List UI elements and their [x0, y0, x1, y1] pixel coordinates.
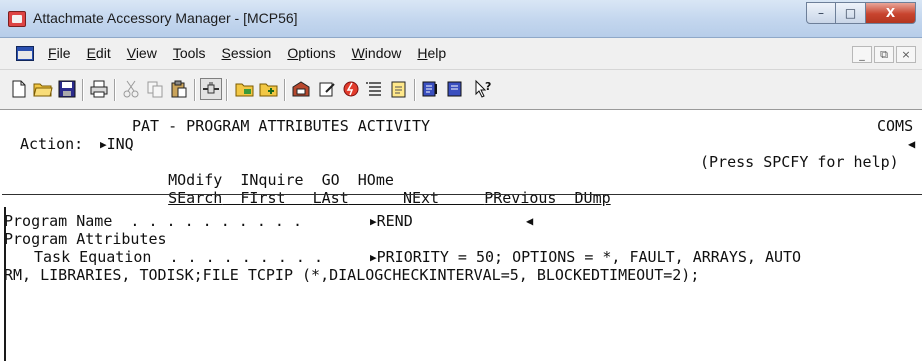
- menu-options[interactable]: Options: [279, 45, 343, 61]
- toolbar-separator: [114, 79, 116, 101]
- list-icon[interactable]: [364, 78, 386, 100]
- minimize-button[interactable]: –: [806, 2, 836, 24]
- toolbar-separator: [284, 79, 286, 101]
- task-equation-line-1: PRIORITY = 50; OPTIONS = *, FAULT, ARRAY…: [376, 248, 802, 266]
- command-previous[interactable]: PRevious: [484, 189, 556, 207]
- menu-view-accel: V: [126, 45, 136, 61]
- menu-file[interactable]: File: [40, 45, 79, 61]
- menu-tools-rest: ools: [179, 45, 206, 61]
- command-dump[interactable]: DUmp: [575, 189, 611, 207]
- terminal-screen[interactable]: PAT - PROGRAM ATTRIBUTES ACTIVITY COMS A…: [0, 111, 922, 361]
- properties-icon[interactable]: [420, 78, 442, 100]
- screen-title: PAT - PROGRAM ATTRIBUTES ACTIVITY: [132, 117, 431, 135]
- edit-icon[interactable]: [316, 78, 338, 100]
- action-value: INQ: [106, 135, 134, 153]
- field-left-rule: [4, 207, 6, 361]
- action-input[interactable]: INQ: [100, 135, 134, 154]
- cut-icon[interactable]: [120, 78, 142, 100]
- toolbar-separator: [194, 79, 196, 101]
- toolbar-separator: [226, 79, 228, 101]
- command-first[interactable]: FIrst: [240, 189, 285, 207]
- menu-help-accel: H: [417, 45, 428, 61]
- session-manager-icon[interactable]: [444, 78, 466, 100]
- save-icon[interactable]: [56, 78, 78, 100]
- record-icon[interactable]: [340, 78, 362, 100]
- open-session-icon[interactable]: [234, 78, 256, 100]
- open-folder-icon[interactable]: [32, 78, 54, 100]
- toolbar-separator: [82, 79, 84, 101]
- toolbar: ?: [0, 70, 922, 110]
- menu-options-accel: O: [287, 45, 299, 61]
- command-search[interactable]: SEarch: [168, 189, 222, 207]
- task-equation-line-2: RM, LIBRARIES, TODISK;FILE TCPIP (*,DIAL…: [4, 266, 700, 284]
- menu-help[interactable]: Help: [409, 45, 454, 61]
- menu-window[interactable]: Window: [344, 45, 410, 61]
- menu-file-accel: F: [48, 45, 57, 61]
- mdi-minimize-button[interactable]: _: [852, 46, 872, 63]
- header-divider: [2, 194, 922, 195]
- copy-icon[interactable]: [144, 78, 166, 100]
- menu-window-rest: indow: [364, 45, 402, 61]
- menu-edit-accel: E: [86, 45, 96, 61]
- notepad-icon[interactable]: [388, 78, 410, 100]
- menu-options-rest: ptions: [298, 45, 336, 61]
- menu-edit[interactable]: Edit: [79, 45, 119, 61]
- program-name-label: Program Name . . . . . . . . . .: [4, 212, 303, 230]
- toolbar-separator: [414, 79, 416, 101]
- menu-session[interactable]: Session: [214, 45, 280, 61]
- mailbox-icon[interactable]: [290, 78, 312, 100]
- menu-items: File Edit View Tools Session Options Win…: [40, 45, 454, 61]
- svg-text:?: ?: [485, 80, 491, 93]
- mdi-restore-button[interactable]: ⧉: [874, 46, 894, 63]
- menu-session-rest: ession: [230, 45, 272, 61]
- print-icon[interactable]: [88, 78, 110, 100]
- field-end-marker: ◀: [526, 214, 534, 228]
- menu-help-rest: elp: [427, 45, 447, 61]
- task-equation-input[interactable]: PRIORITY = 50; OPTIONS = *, FAULT, ARRAY…: [370, 248, 801, 267]
- command-last[interactable]: LAst: [313, 189, 349, 207]
- menu-view[interactable]: View: [119, 45, 165, 61]
- window-title: Attachmate Accessory Manager - [MCP56]: [33, 10, 298, 26]
- window-controls: – □ X: [806, 2, 916, 24]
- program-attributes-label: Program Attributes: [4, 230, 167, 248]
- menu-tools-accel: T: [172, 45, 180, 61]
- app-icon[interactable]: [8, 11, 26, 27]
- session-document-icon[interactable]: [16, 46, 34, 61]
- menu-window-accel: W: [351, 45, 365, 61]
- connect-icon[interactable]: [200, 78, 222, 100]
- menu-view-rest: iew: [135, 45, 157, 61]
- menu-session-accel: S: [221, 45, 231, 61]
- menu-bar: File Edit View Tools Session Options Win…: [0, 38, 922, 70]
- command-next[interactable]: NExt: [403, 189, 439, 207]
- close-button[interactable]: X: [866, 2, 916, 24]
- title-bar: Attachmate Accessory Manager - [MCP56] –…: [0, 0, 922, 38]
- mdi-controls: _ ⧉ ×: [852, 46, 916, 63]
- menu-tools[interactable]: Tools: [165, 45, 214, 61]
- maximize-button[interactable]: □: [836, 2, 866, 24]
- field-end-marker: ◀: [908, 137, 916, 151]
- action-label: Action:: [20, 135, 84, 153]
- new-document-icon[interactable]: [8, 78, 30, 100]
- program-name-input[interactable]: REND: [370, 212, 413, 231]
- help-hint: (Press SPCFY for help): [700, 153, 899, 171]
- system-name: COMS: [877, 117, 914, 135]
- new-session-icon[interactable]: [258, 78, 280, 100]
- menu-edit-rest: dit: [95, 45, 111, 61]
- program-name-value: REND: [376, 212, 413, 230]
- mdi-close-button[interactable]: ×: [896, 46, 916, 63]
- help-pointer-icon[interactable]: ?: [472, 78, 494, 100]
- task-equation-label: Task Equation . . . . . . . . .: [34, 248, 323, 266]
- menu-file-rest: ile: [56, 45, 71, 61]
- paste-icon[interactable]: [168, 78, 190, 100]
